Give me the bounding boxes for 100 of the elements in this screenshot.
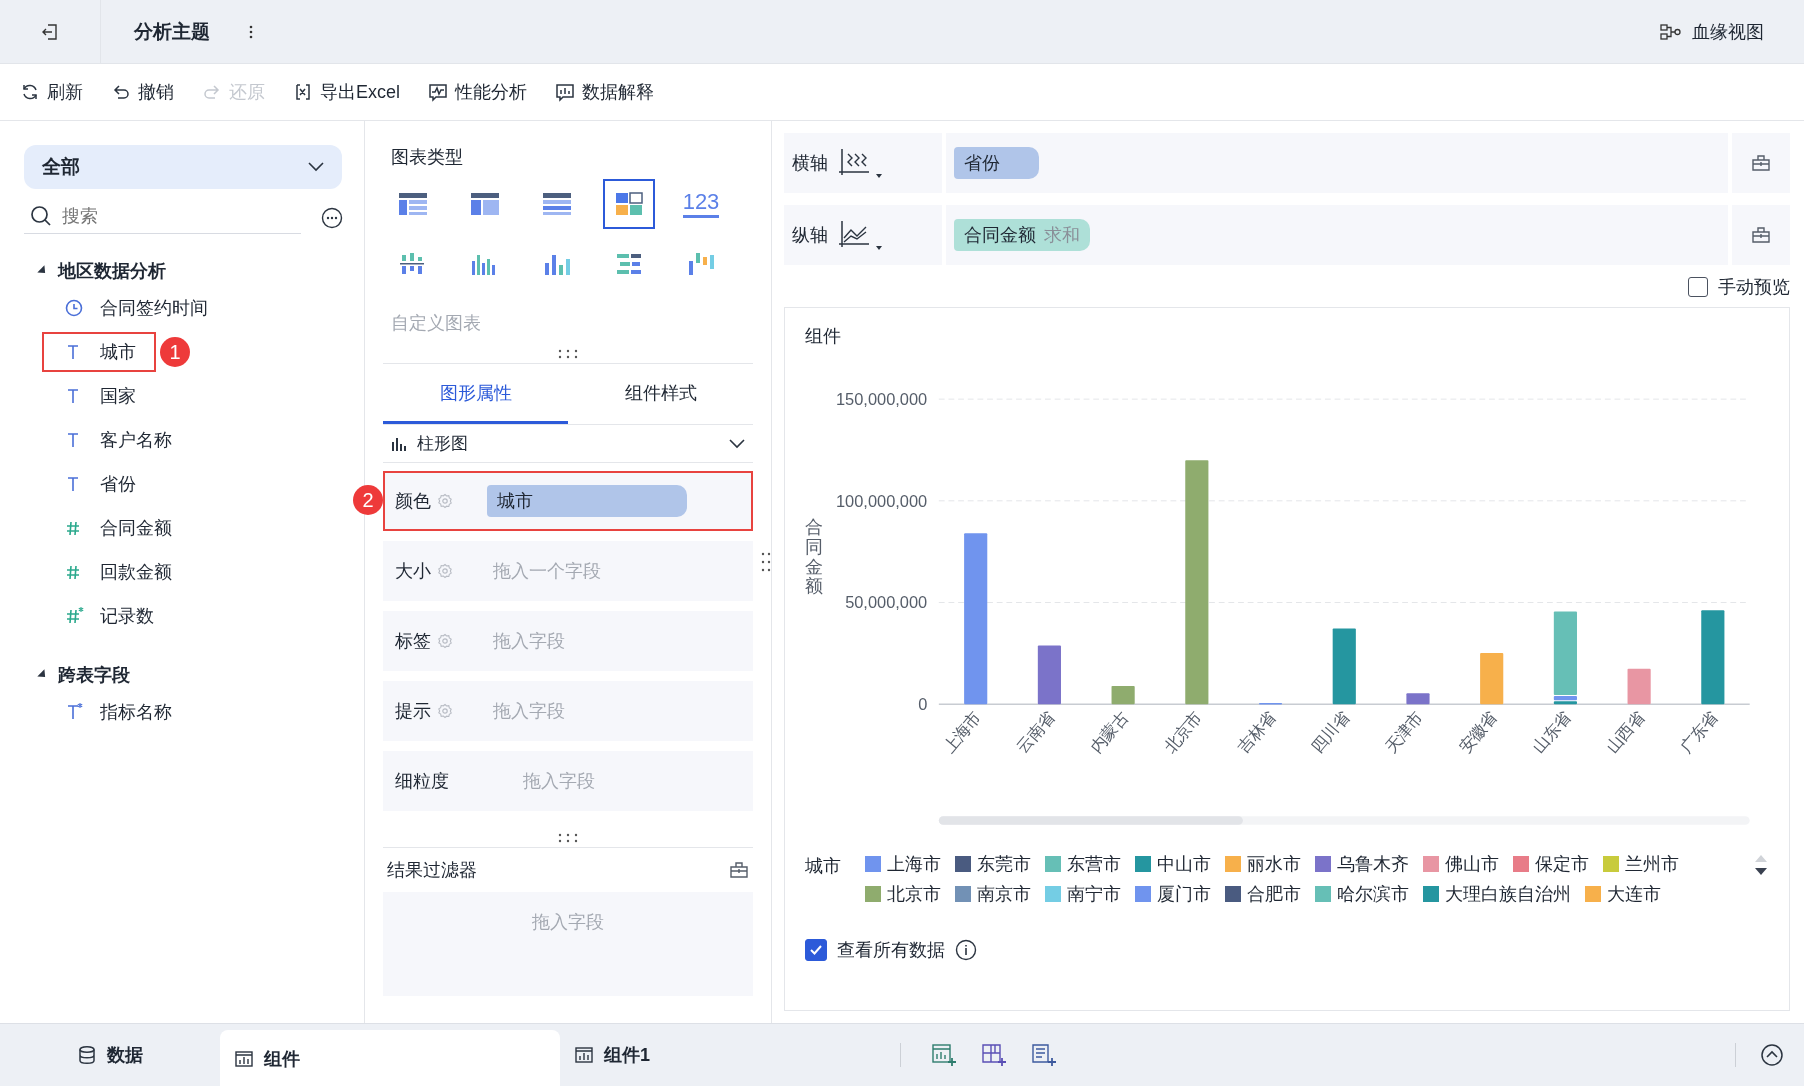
undo-icon	[111, 82, 131, 102]
x-tick-label: 北京市	[1160, 708, 1205, 757]
legend-item[interactable]: 东营市	[1045, 852, 1121, 876]
drop-placeholder: 拖入字段	[523, 770, 595, 793]
x-tick-label: 天津市	[1381, 708, 1427, 757]
more-icon[interactable]	[248, 23, 254, 40]
legend-item[interactable]: 保定市	[1513, 852, 1589, 876]
bottom-tab[interactable]: 组件	[220, 1030, 560, 1086]
resize-handle[interactable]	[761, 551, 771, 573]
legend-item[interactable]: 中山市	[1135, 852, 1211, 876]
x-tick-label: 山西省	[1602, 708, 1648, 757]
number-type-icon	[64, 606, 84, 626]
resize-handle[interactable]	[557, 349, 579, 359]
legend-item[interactable]: 大理白族自治州	[1423, 882, 1571, 906]
collapse-icon[interactable]	[1760, 1043, 1784, 1067]
bar[interactable]	[964, 533, 988, 705]
legend-item[interactable]: 上海市	[865, 852, 941, 876]
bottom-tab[interactable]: 组件1	[560, 1030, 900, 1080]
bar[interactable]	[1037, 645, 1061, 705]
add-chart-icon[interactable]	[931, 1043, 957, 1067]
lineage-view-button[interactable]: 血缘视图	[1660, 19, 1764, 44]
search-icon[interactable]	[30, 205, 52, 227]
refresh-icon	[20, 82, 40, 102]
field-item[interactable]: 客户名称	[42, 420, 192, 460]
x-tick-label: 安徽省	[1455, 708, 1500, 757]
field-pill[interactable]: 省份	[954, 147, 1039, 179]
exit-icon[interactable]	[40, 21, 60, 42]
scrollbar[interactable]	[938, 816, 1750, 825]
chart-type-icon	[614, 191, 644, 217]
field-item[interactable]: 省份	[42, 464, 156, 504]
toolbox-icon[interactable]	[1751, 154, 1771, 172]
field-item[interactable]: 回款金额	[42, 552, 192, 592]
chart-type-button[interactable]: 123	[675, 179, 727, 229]
legend-item[interactable]: 厦门市	[1135, 882, 1211, 906]
legend-item[interactable]: 兰州市	[1603, 852, 1679, 876]
toolbox-icon[interactable]	[1751, 226, 1771, 244]
mark-type-dropdown[interactable]: 柱形图	[383, 425, 753, 463]
section-title: 图表类型	[391, 146, 464, 169]
field-item[interactable]: 指标名称	[42, 692, 192, 732]
bar[interactable]	[1701, 610, 1725, 705]
legend-item[interactable]: 合肥市	[1225, 882, 1301, 906]
drop-zone[interactable]: 颜色 城市	[383, 471, 753, 531]
property-tab[interactable]: 组件样式	[568, 364, 753, 424]
toolbox-icon[interactable]	[729, 861, 749, 879]
field-item[interactable]: 城市	[42, 332, 156, 372]
resize-handle[interactable]	[557, 833, 579, 843]
field-pill[interactable]: 合同金额 求和	[954, 219, 1090, 251]
y-tick-label: 50,000,000	[845, 593, 928, 612]
manual-preview-checkbox[interactable]: 手动预览	[1688, 275, 1790, 299]
bar-chart-icon	[555, 82, 575, 102]
page-title: 分析主题	[134, 19, 210, 44]
legend-item[interactable]: 北京市	[865, 882, 941, 906]
info-icon[interactable]	[955, 939, 977, 961]
add-table-icon[interactable]	[981, 1043, 1007, 1067]
scope-dropdown[interactable]: 全部	[24, 145, 342, 189]
field-group[interactable]: 地区数据分析	[24, 256, 364, 286]
drop-zone[interactable]: 细粒度 拖入字段	[383, 751, 753, 811]
toolbar-button[interactable]: 撤销	[111, 80, 174, 104]
bar[interactable]	[1553, 611, 1577, 696]
bottom-tab[interactable]: 数据	[0, 1030, 220, 1080]
legend-item[interactable]: 佛山市	[1423, 852, 1499, 876]
field-item[interactable]: 合同签约时间	[42, 288, 228, 328]
property-tab[interactable]: 图形属性	[383, 364, 568, 424]
view-all-data-checkbox[interactable]: 查看所有数据	[805, 938, 945, 962]
bar[interactable]	[1553, 696, 1577, 701]
legend-item[interactable]: 东莞市	[955, 852, 1031, 876]
toolbar-button[interactable]: 刷新	[20, 80, 83, 104]
legend-item[interactable]: 南京市	[955, 882, 1031, 906]
toolbar-button[interactable]: 性能分析	[428, 80, 527, 104]
chart-type-button[interactable]	[603, 179, 655, 229]
toolbar-button[interactable]: 数据解释	[555, 80, 654, 104]
field-item[interactable]: 记录数	[42, 596, 174, 636]
add-report-icon[interactable]	[1031, 1043, 1057, 1067]
legend-item[interactable]: 丽水市	[1225, 852, 1301, 876]
y-tick-label: 0	[918, 695, 928, 713]
field-item[interactable]: 合同金额	[42, 508, 192, 548]
clock-icon	[64, 298, 84, 318]
legend-item[interactable]: 大连市	[1585, 882, 1661, 906]
legend-item[interactable]: 南宁市	[1045, 882, 1121, 906]
drop-zone[interactable]: 标签 拖入字段	[383, 611, 753, 671]
bar[interactable]	[1553, 701, 1577, 705]
toolbar-button[interactable]: 导出Excel	[293, 80, 400, 104]
bar[interactable]	[1627, 668, 1651, 705]
axis-type-icon[interactable]	[838, 218, 884, 252]
legend-item[interactable]: 哈尔滨市	[1315, 882, 1409, 906]
legend-item[interactable]: 乌鲁木齐	[1315, 852, 1409, 876]
bar[interactable]	[1258, 702, 1283, 705]
bar[interactable]	[1111, 685, 1135, 705]
bar[interactable]	[1332, 628, 1356, 705]
drop-zone[interactable]: 提示 拖入字段	[383, 681, 753, 741]
chart-type-icon	[686, 251, 716, 277]
drop-zone[interactable]: 大小 拖入一个字段	[383, 541, 753, 601]
field-pill[interactable]: 城市	[487, 485, 687, 517]
x-tick-label: 四川省	[1307, 708, 1353, 757]
bar[interactable]	[1406, 693, 1430, 705]
field-item[interactable]: 国家	[42, 376, 156, 416]
more-icon[interactable]	[321, 206, 343, 229]
field-group[interactable]: 跨表字段	[24, 660, 364, 690]
search-field[interactable]: 搜索	[62, 205, 262, 227]
axis-type-icon[interactable]	[838, 146, 884, 180]
